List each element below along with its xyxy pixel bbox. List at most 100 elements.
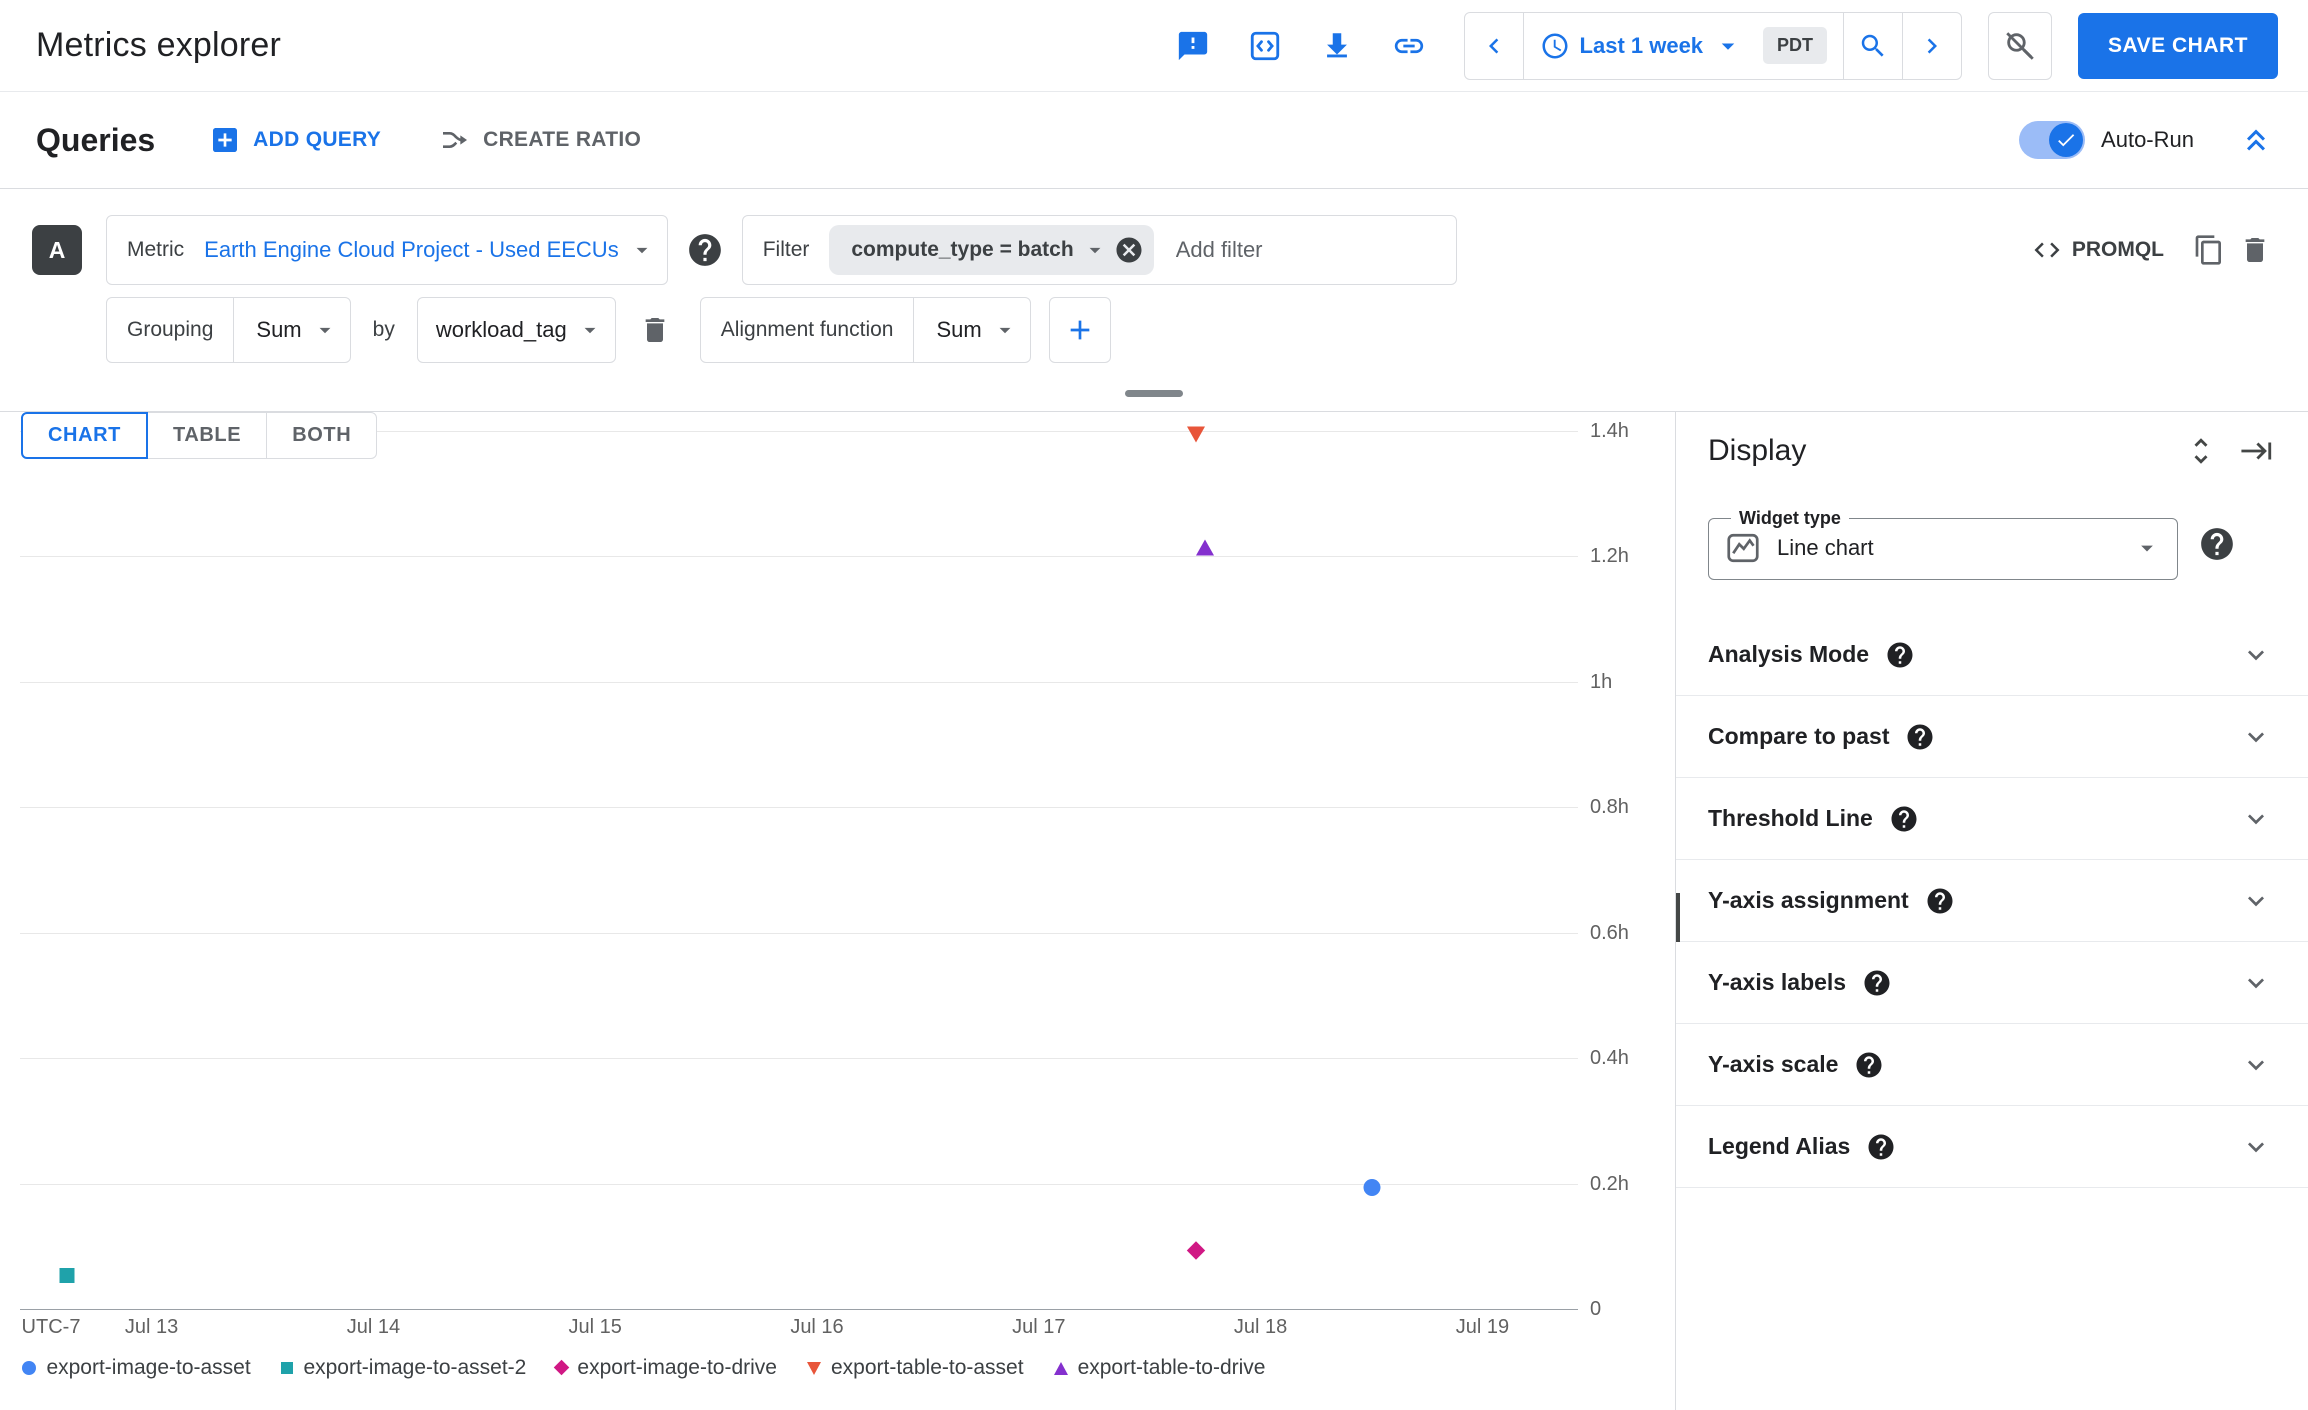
by-label: by xyxy=(372,318,395,341)
chevron-down-icon[interactable] xyxy=(2240,967,2272,999)
chevron-down-icon[interactable] xyxy=(2240,639,2272,671)
ratio-icon xyxy=(443,132,468,148)
metric-selector[interactable]: Metric Earth Engine Cloud Project - Used… xyxy=(106,215,668,285)
add-processing-step-button[interactable] xyxy=(1048,297,1111,363)
help-icon[interactable] xyxy=(1925,886,1955,916)
code-brackets-icon xyxy=(2034,242,2060,258)
metric-help-icon[interactable] xyxy=(686,231,724,269)
expand-all-icon[interactable] xyxy=(2184,434,2218,468)
display-section-compare-to-past[interactable]: Compare to past xyxy=(1676,696,2308,778)
display-section-analysis-mode[interactable]: Analysis Mode xyxy=(1676,614,2308,696)
triangle-up-marker xyxy=(1196,539,1215,556)
display-section-threshold-line[interactable]: Threshold Line xyxy=(1676,778,2308,860)
chevron-down-icon[interactable] xyxy=(2240,885,2272,917)
triangle-up-marker xyxy=(1053,1361,1068,1375)
gridline xyxy=(20,681,1578,683)
display-section-y-axis-scale[interactable]: Y-axis scale xyxy=(1676,1024,2308,1106)
collapse-panel-icon[interactable] xyxy=(2240,434,2274,468)
data-point-export-table-to-drive[interactable] xyxy=(1196,539,1215,561)
x-axis-tick: Jul 19 xyxy=(1455,1316,1510,1338)
alignment-value: Sum xyxy=(936,317,982,342)
tab-both[interactable]: BOTH xyxy=(266,412,378,459)
save-chart-button[interactable]: SAVE CHART xyxy=(2078,12,2278,79)
time-back-button[interactable] xyxy=(1465,13,1523,79)
clock-icon xyxy=(1542,33,1568,58)
help-icon[interactable] xyxy=(1854,1050,1884,1080)
legend-item[interactable]: export-table-to-asset xyxy=(806,1356,1024,1380)
time-zoom-button[interactable] xyxy=(1843,12,1902,79)
group-by-select[interactable]: workload_tag xyxy=(416,297,616,363)
download-icon[interactable] xyxy=(1314,23,1360,69)
display-section-legend-alias[interactable]: Legend Alias xyxy=(1676,1106,2308,1188)
legend-item[interactable]: export-table-to-drive xyxy=(1053,1356,1266,1380)
add-query-button[interactable]: ADD QUERY xyxy=(209,124,381,156)
double-chevron-up-icon xyxy=(2247,129,2265,151)
legend-item[interactable]: export-image-to-drive xyxy=(554,1356,777,1380)
time-forward-button[interactable] xyxy=(1902,12,1961,79)
delete-grouping-icon[interactable] xyxy=(632,307,678,353)
gridline xyxy=(20,807,1578,809)
triangle-down-marker xyxy=(1187,426,1206,443)
time-range-control: Last 1 week PDT xyxy=(1463,11,1963,80)
code-icon[interactable] xyxy=(1242,23,1288,69)
legend-item[interactable]: export-image-to-asset xyxy=(22,1356,251,1380)
create-ratio-button[interactable]: CREATE RATIO xyxy=(439,124,641,156)
filter-chip[interactable]: compute_type = batch xyxy=(829,225,1154,275)
y-axis-tick: 0.4h xyxy=(1590,1047,1629,1070)
widget-type-select[interactable]: Widget type Line chart xyxy=(1708,508,2178,580)
legend-label: export-image-to-drive xyxy=(577,1356,777,1379)
add-box-icon xyxy=(213,128,238,152)
chevron-down-icon[interactable] xyxy=(2240,1131,2272,1163)
display-section-y-axis-assignment[interactable]: Y-axis assignment xyxy=(1676,860,2308,942)
check-icon xyxy=(2058,134,2075,147)
help-icon[interactable] xyxy=(1866,1132,1896,1162)
help-icon[interactable] xyxy=(1889,804,1919,834)
resize-drag-handle[interactable] xyxy=(1125,390,1183,397)
time-range-button[interactable]: Last 1 week PDT xyxy=(1522,12,1844,79)
gridline xyxy=(20,1058,1578,1060)
help-icon[interactable] xyxy=(1905,722,1935,752)
y-axis-tick: 0 xyxy=(1590,1298,1602,1320)
diamond-marker xyxy=(554,1360,570,1376)
data-point-export-image-to-drive[interactable] xyxy=(1187,1240,1206,1262)
legend-item[interactable]: export-image-to-asset-2 xyxy=(280,1356,527,1380)
tab-table[interactable]: TABLE xyxy=(147,412,268,459)
search-icon xyxy=(1861,34,1884,57)
add-filter-input[interactable] xyxy=(1175,237,1436,263)
delete-query-icon[interactable] xyxy=(2232,227,2278,273)
tab-chart[interactable]: CHART xyxy=(21,412,148,459)
grouping-select[interactable]: Grouping Sum xyxy=(106,297,351,363)
help-icon[interactable] xyxy=(1862,968,1892,998)
grouping-label: Grouping xyxy=(107,298,235,362)
chevron-down-icon[interactable] xyxy=(2240,1049,2272,1081)
collapse-queries-button[interactable] xyxy=(2238,122,2274,158)
toggle-thumb xyxy=(2049,123,2084,157)
promql-button[interactable]: PROMQL xyxy=(2032,235,2164,265)
data-point-export-image-to-asset-2[interactable] xyxy=(59,1267,75,1288)
widget-type-help-icon[interactable] xyxy=(2198,525,2236,563)
display-section-y-axis-labels[interactable]: Y-axis labels xyxy=(1676,942,2308,1024)
x-axis-tick: Jul 15 xyxy=(568,1316,622,1338)
x-axis-tick: Jul 14 xyxy=(346,1316,401,1338)
section-title: Y-axis assignment xyxy=(1708,887,1909,913)
section-title: Threshold Line xyxy=(1708,805,1873,831)
data-point-export-table-to-asset[interactable] xyxy=(1187,426,1206,448)
chevron-left-icon xyxy=(1488,38,1498,53)
chevron-down-icon[interactable] xyxy=(2240,803,2272,835)
duplicate-query-icon[interactable] xyxy=(2186,227,2232,273)
zoom-reset-button[interactable] xyxy=(1988,11,2053,80)
remove-filter-icon[interactable] xyxy=(1114,235,1144,265)
data-point-export-image-to-asset[interactable] xyxy=(1363,1178,1380,1201)
filter-label: Filter xyxy=(762,238,810,261)
filter-field: Filter compute_type = batch xyxy=(741,215,1457,285)
auto-run-toggle[interactable] xyxy=(2019,121,2086,159)
alignment-function-select[interactable]: Alignment function Sum xyxy=(699,297,1031,363)
panel-scrollbar[interactable] xyxy=(1676,893,1680,942)
link-icon[interactable] xyxy=(1386,23,1432,69)
y-axis-tick: 0.6h xyxy=(1590,921,1629,944)
metric-value[interactable]: Earth Engine Cloud Project - Used EECUs xyxy=(204,237,619,263)
feedback-icon[interactable] xyxy=(1170,23,1216,69)
help-icon[interactable] xyxy=(1885,640,1915,670)
chevron-down-icon[interactable] xyxy=(2240,721,2272,753)
legend-label: export-image-to-asset-2 xyxy=(303,1356,527,1379)
